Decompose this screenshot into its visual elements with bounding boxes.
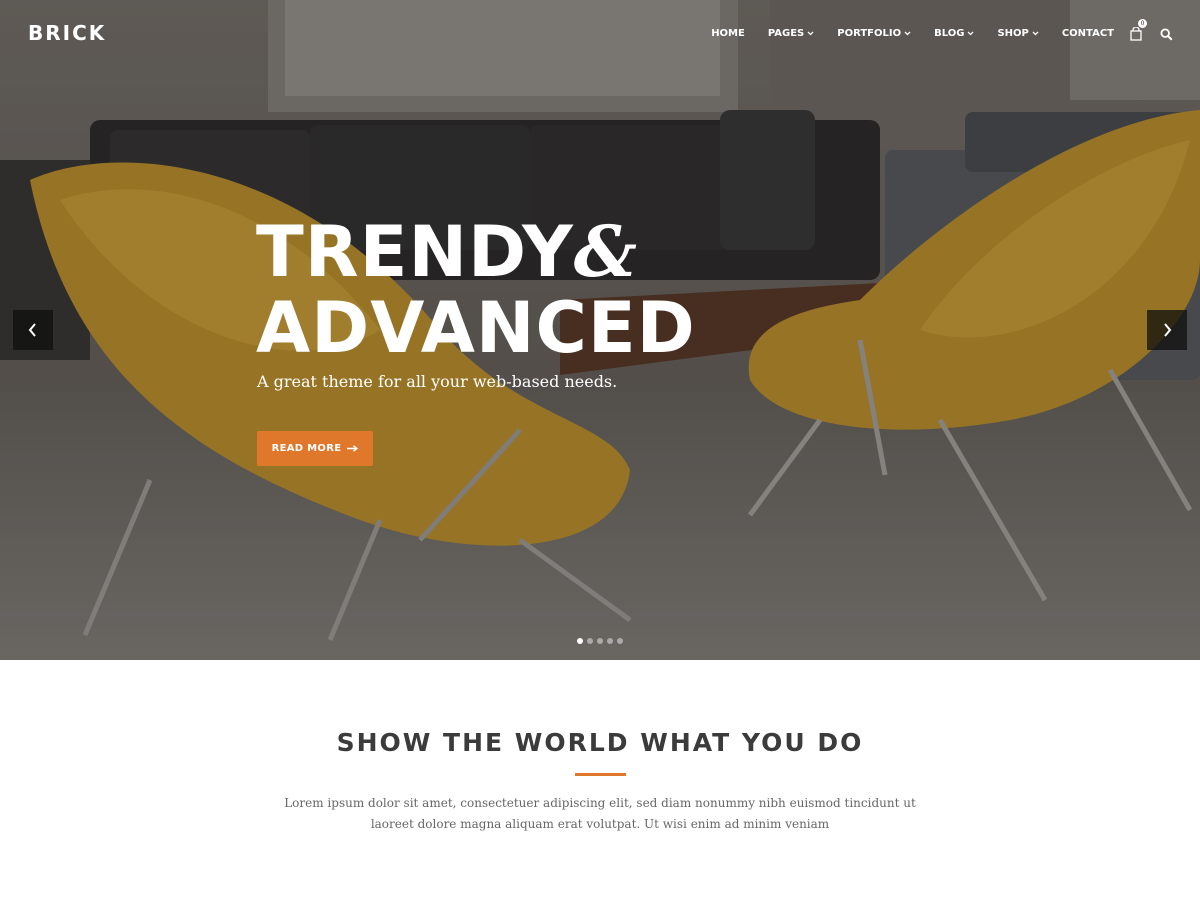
nav-item-label: SHOP <box>997 27 1029 39</box>
site-header: BRICK HOME PAGES PORTFOLIO BLOG SHOP CON… <box>0 0 1200 68</box>
main-nav: HOME PAGES PORTFOLIO BLOG SHOP CONTACT 0 <box>688 19 1174 41</box>
chevron-left-icon <box>28 323 36 337</box>
section-text-line: Lorem ipsum dolor sit amet, consectetuer… <box>284 796 916 810</box>
section-text-line: laoreet dolore magna aliquam erat volutp… <box>370 817 830 831</box>
section-title: SHOW THE WORLD WHAT YOU DO <box>336 728 864 757</box>
slider-dot[interactable] <box>607 638 613 644</box>
hero-subtitle: A great theme for all your web-based nee… <box>257 372 618 391</box>
chevron-down-icon <box>1032 31 1039 35</box>
chevron-down-icon <box>807 31 814 35</box>
search-button[interactable] <box>1160 26 1174 41</box>
slider-dot[interactable] <box>587 638 593 644</box>
hero-title-line1: TRENDY <box>256 211 574 293</box>
nav-item-shop[interactable]: SHOP <box>997 27 1039 39</box>
read-more-label: READ MORE <box>271 443 342 454</box>
slider-dot[interactable] <box>577 638 583 644</box>
slider-pagination <box>577 638 627 644</box>
nav-item-label: HOME <box>711 27 745 39</box>
section-description: Lorem ipsum dolor sit amet, consectetuer… <box>250 793 950 835</box>
search-icon <box>1160 28 1173 41</box>
nav-item-pages[interactable]: PAGES <box>768 28 814 39</box>
nav-item-contact[interactable]: CONTACT <box>1062 28 1114 39</box>
read-more-button[interactable]: READ MORE <box>257 431 373 466</box>
nav-item-blog[interactable]: BLOG <box>934 28 974 39</box>
slider-prev-button[interactable] <box>13 310 53 350</box>
nav-item-label: CONTACT <box>1061 27 1114 39</box>
chevron-down-icon <box>904 31 911 35</box>
nav-item-home[interactable]: HOME <box>711 28 745 39</box>
nav-item-portfolio[interactable]: PORTFOLIO <box>837 28 911 39</box>
cart-icon <box>1130 26 1142 41</box>
slider-dot[interactable] <box>617 638 623 644</box>
chevron-right-icon <box>1164 323 1172 337</box>
nav-item-label: PAGES <box>767 27 805 39</box>
hero-title-ampersand: & <box>573 210 637 293</box>
hero-title: TRENDY& ADVANCED <box>256 211 696 369</box>
slider-next-button[interactable] <box>1147 310 1187 350</box>
cart-count-badge: 0 <box>1138 19 1147 28</box>
arrow-right-icon <box>347 445 359 452</box>
site-logo[interactable]: BRICK <box>28 21 106 45</box>
nav-item-label: PORTFOLIO <box>837 27 902 39</box>
chevron-down-icon <box>967 31 974 35</box>
cart-button[interactable]: 0 <box>1130 19 1147 41</box>
slider-dot[interactable] <box>597 638 603 644</box>
hero-title-line2: ADVANCED <box>256 287 696 369</box>
section-divider <box>575 773 626 776</box>
nav-item-label: BLOG <box>934 27 965 39</box>
hero-slider: BRICK HOME PAGES PORTFOLIO BLOG SHOP CON… <box>0 0 1200 660</box>
